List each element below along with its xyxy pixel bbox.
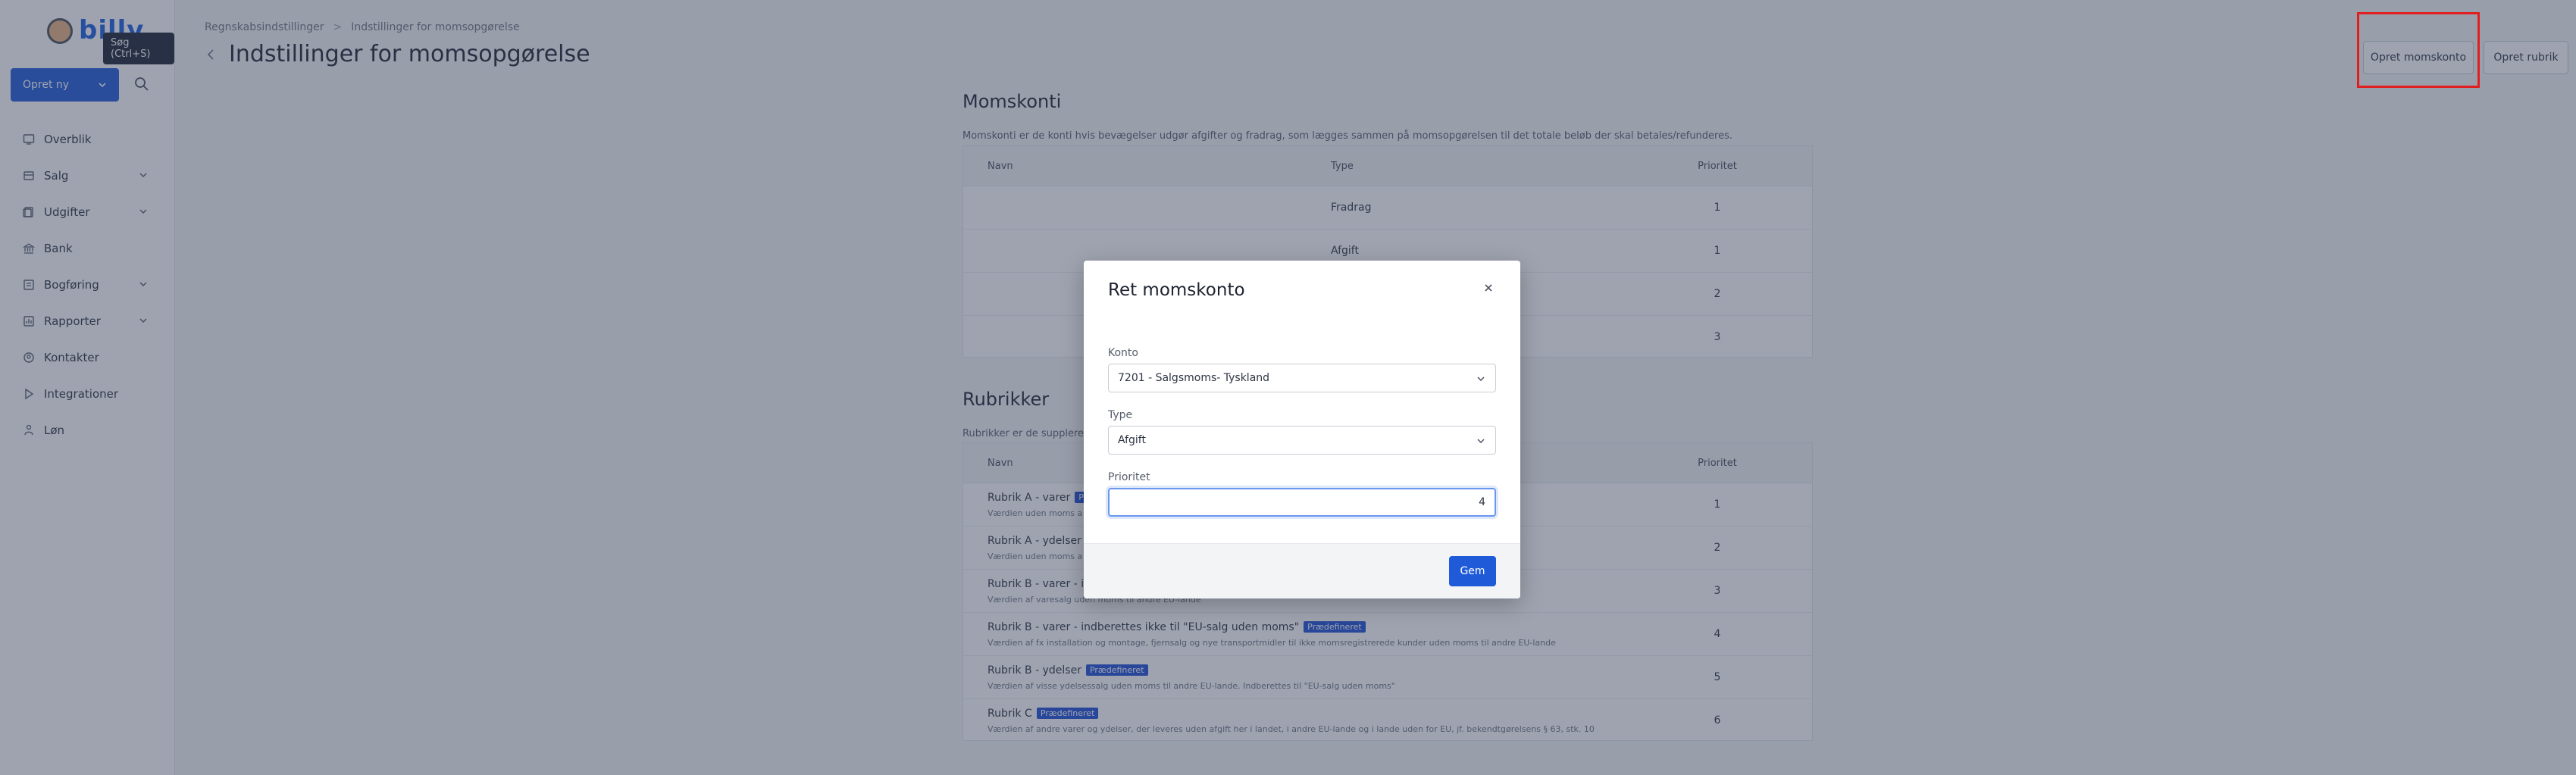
- priority-input[interactable]: [1108, 488, 1496, 517]
- save-button[interactable]: Gem: [1449, 556, 1496, 586]
- highlight-box: [2357, 12, 2480, 88]
- dialog-footer: Gem: [1084, 543, 1520, 598]
- account-select-value: 7201 - Salgsmoms- Tyskland: [1118, 372, 1270, 384]
- close-icon[interactable]: [1482, 282, 1495, 294]
- type-select[interactable]: Afgift: [1108, 426, 1496, 455]
- account-label: Konto: [1108, 347, 1138, 359]
- chevron-down-icon: [1477, 377, 1485, 382]
- type-label: Type: [1108, 409, 1133, 421]
- edit-vat-account-dialog: Ret momskonto Konto 7201 - Salgsmoms- Ty…: [1084, 261, 1520, 598]
- account-select[interactable]: 7201 - Salgsmoms- Tyskland: [1108, 364, 1496, 392]
- chevron-down-icon: [1477, 439, 1485, 444]
- priority-label: Prioritet: [1108, 471, 1150, 483]
- dialog-title: Ret momskonto: [1108, 280, 1245, 300]
- type-select-value: Afgift: [1118, 434, 1146, 446]
